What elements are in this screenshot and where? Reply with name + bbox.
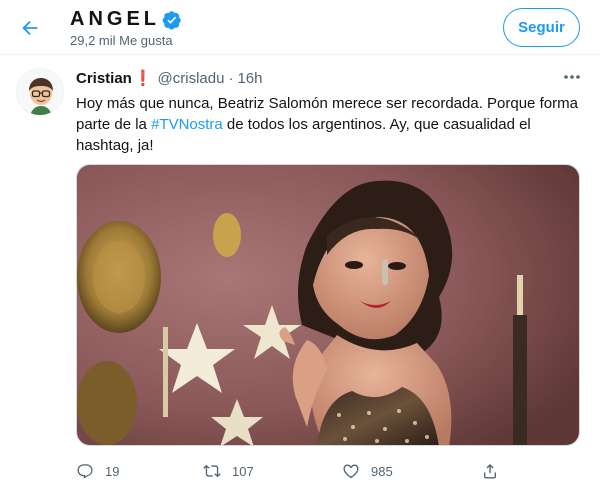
heart-icon: [343, 464, 359, 479]
tweet-text: Hoy más que nunca, Beatriz Salomón merec…: [76, 93, 586, 156]
like-button[interactable]: 985: [342, 456, 393, 486]
profile-header: ANGEL 29,2 mil Me gusta Seguir: [0, 0, 600, 55]
verified-badge-icon: [162, 10, 182, 30]
likes-count-text: 29,2 mil Me gusta: [70, 33, 173, 48]
author-name[interactable]: Cristian: [76, 70, 132, 87]
retweet-button[interactable]: 107: [203, 456, 254, 486]
reply-count: 19: [105, 463, 120, 479]
avatar[interactable]: [16, 68, 64, 116]
retweet-count: 107: [232, 463, 254, 479]
back-button[interactable]: [16, 14, 44, 42]
reply-button[interactable]: 19: [76, 456, 119, 486]
arrow-left-icon: [22, 20, 38, 36]
tweet-actions: 19 107 985: [76, 456, 506, 486]
author-emoji: ❗: [133, 70, 153, 87]
profile-name: ANGEL: [70, 8, 160, 30]
more-icon: [564, 75, 580, 79]
tweet-photo[interactable]: [76, 164, 580, 446]
reply-icon: [77, 464, 93, 479]
like-count: 985: [371, 463, 393, 479]
retweet-icon: [203, 464, 221, 478]
share-icon: [484, 463, 496, 479]
hashtag-link[interactable]: #TVNostra: [151, 116, 223, 133]
more-button[interactable]: [561, 68, 583, 86]
tweet-meta: Cristian ❗ @crisladu · 16h: [76, 69, 263, 88]
tweet-time[interactable]: 16h: [237, 70, 262, 87]
follow-button[interactable]: Seguir: [503, 8, 580, 47]
author-handle[interactable]: @crisladu: [158, 70, 225, 87]
meta-separator: ·: [228, 69, 234, 87]
share-button[interactable]: [481, 456, 510, 486]
tweet[interactable]: Cristian ❗ @crisladu · 16h Hoy más que n…: [0, 56, 600, 497]
profile-title: ANGEL: [70, 8, 182, 31]
